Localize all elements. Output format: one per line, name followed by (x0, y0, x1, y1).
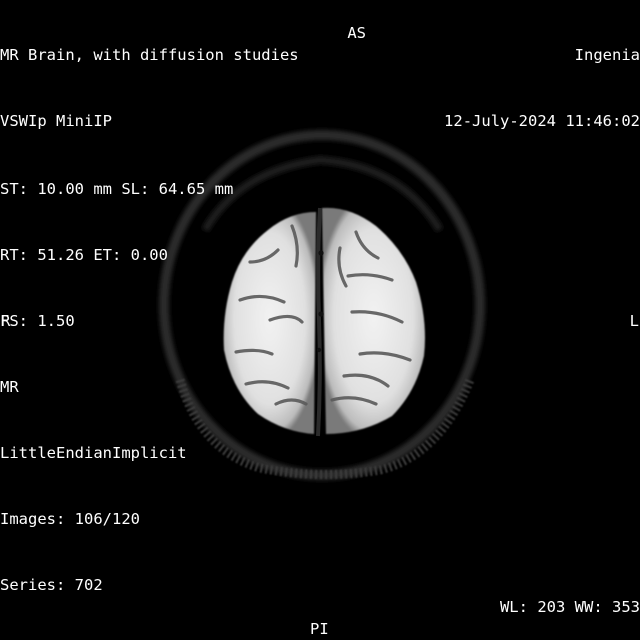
orientation-right: L (629, 312, 639, 330)
window-width-value: 353 (612, 598, 640, 616)
orientation-top-suffix: S (356, 24, 367, 42)
window-level-readout[interactable]: WL: 203 WW: 353 (463, 574, 640, 640)
window-level-value: 203 (537, 598, 566, 616)
orientation-bottom: PI (310, 620, 329, 638)
repetition-echo-time: RT: 51.26 ET: 0.00 (0, 246, 168, 264)
field-strength: FS: 1.50 (0, 312, 75, 330)
image-counter: Images: 106/120 (0, 510, 140, 528)
transfer-syntax: LittleEndianImplicit (0, 444, 187, 462)
scanner-model: Ingenia (574, 46, 640, 64)
study-datetime: 12-July-2024 11:46:02 (444, 112, 640, 130)
study-description: MR Brain, with diffusion studies (0, 46, 299, 64)
midline-vessel-dot (318, 311, 324, 317)
interhemispheric-fissure (316, 207, 322, 437)
dicom-viewport[interactable]: MR Brain, with diffusion studies VSWIp M… (0, 0, 640, 640)
orientation-top: AS (310, 0, 366, 66)
window-level-label: WL: (499, 598, 528, 616)
overlay-top-right: Ingenia 12-July-2024 11:46:02 (444, 0, 640, 176)
series-number: Series: 702 (0, 576, 103, 594)
midline-vessel-dot (316, 347, 322, 353)
series-description: VSWIp MiniIP (0, 112, 112, 130)
overlay-bottom-left: ST: 10.00 mm SL: 64.65 mm RT: 51.26 ET: … (0, 134, 233, 640)
orientation-top-label: A (347, 24, 357, 42)
midline-vessel-dot (318, 250, 324, 256)
slice-thickness-location: ST: 10.00 mm SL: 64.65 mm (0, 180, 234, 198)
brain-parenchyma (223, 207, 425, 434)
modality: MR (0, 378, 19, 396)
window-width-label: WW: (574, 598, 603, 616)
